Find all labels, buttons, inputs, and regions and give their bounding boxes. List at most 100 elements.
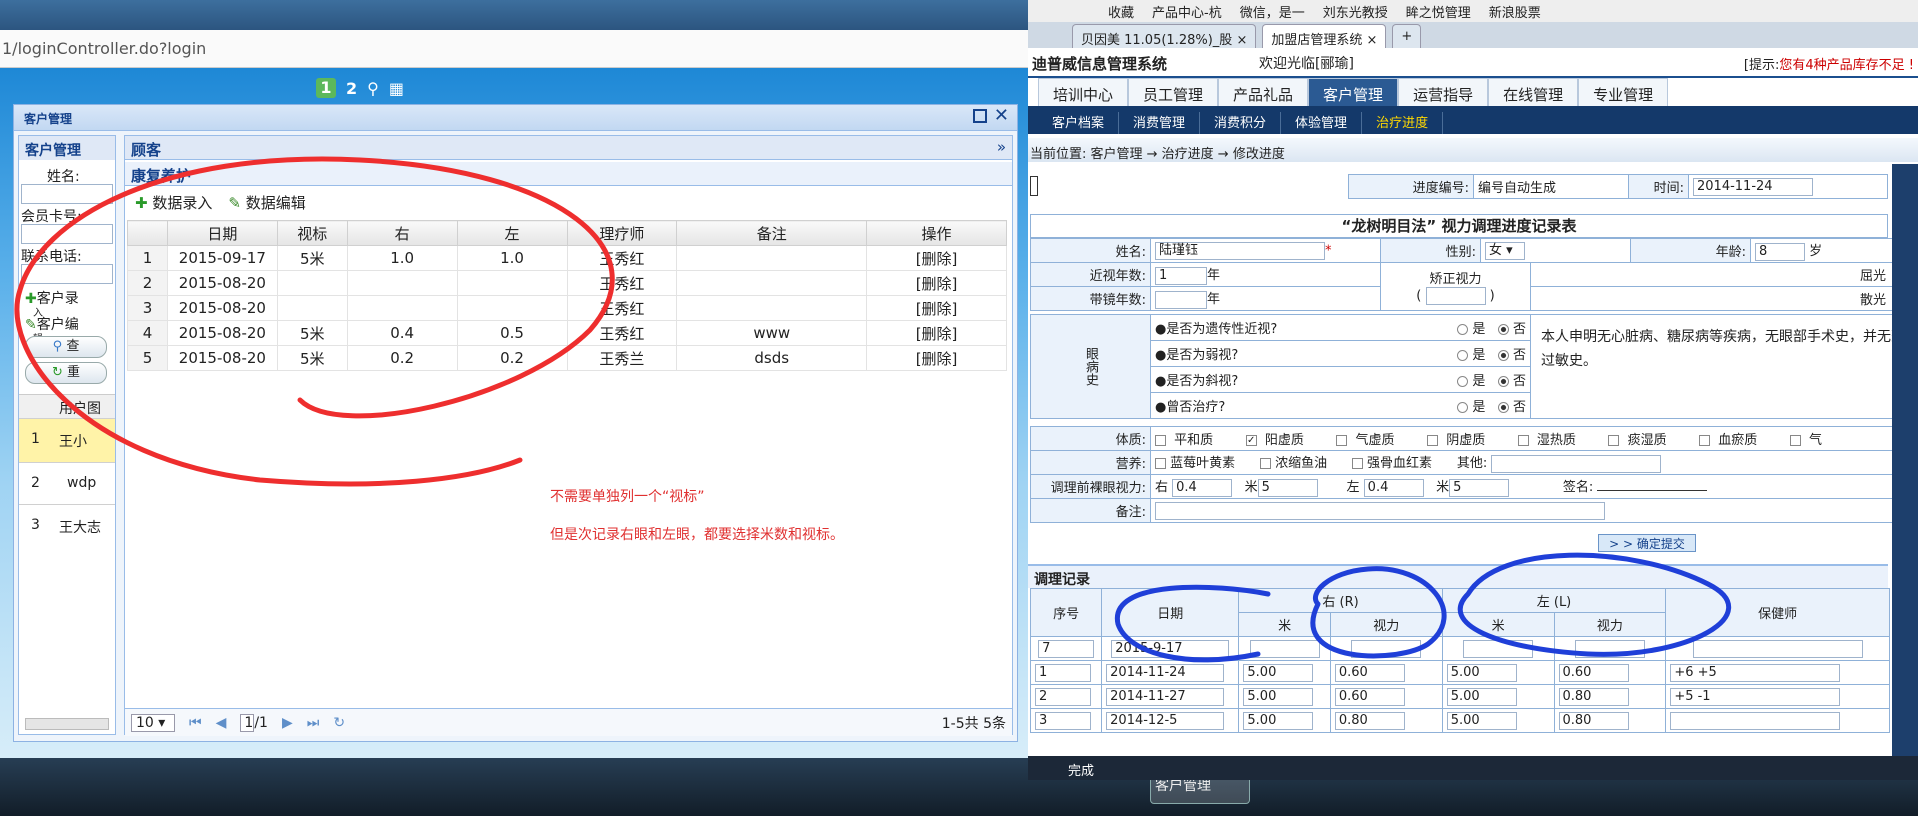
glasses-label: 带镜年数: — [1030, 286, 1151, 311]
subnav-item[interactable]: 消费管理 — [1119, 112, 1201, 134]
question: ●是否为遗传性近视? — [1155, 322, 1278, 337]
browser-tab-active[interactable]: 加盟店管理系统 × — [1262, 24, 1387, 48]
nav-item[interactable]: 运营指导 — [1398, 78, 1489, 106]
list-item[interactable]: 3 王大志 — [19, 504, 115, 546]
next-page-icon[interactable]: ▶ — [282, 715, 293, 731]
corrected-label: 矫正视力 — [1429, 272, 1482, 287]
close-icon[interactable]: ✕ — [994, 105, 1009, 126]
delete-link[interactable]: [删除] — [866, 345, 1007, 371]
constitution-checkbox-checked[interactable]: ✓ — [1245, 435, 1257, 446]
vertical-scrollbar[interactable] — [1892, 164, 1918, 756]
nav-item[interactable]: 员工管理 — [1128, 78, 1219, 106]
grid-icon[interactable]: ▦ — [389, 79, 404, 98]
table-row[interactable]: 2 2014-11-27 5.00 0.60 5.00 0.80 +5 -1 — [1029, 684, 1890, 709]
other-input[interactable] — [1491, 454, 1662, 473]
radio-no[interactable] — [1497, 402, 1509, 413]
refresh-icon[interactable]: ↻ — [333, 715, 345, 731]
table-row[interactable]: 3 2014-12-5 5.00 0.80 5.00 0.80 — [1029, 708, 1890, 733]
nav-item[interactable]: 培训中心 — [1038, 78, 1129, 106]
constitution-checkbox[interactable] — [1155, 435, 1166, 446]
window-title: 客户管理 — [14, 105, 1017, 131]
delete-link[interactable]: [删除] — [866, 245, 1007, 271]
browser-tab[interactable]: 贝因美 11.05(1.28%)_股 × — [1072, 24, 1257, 48]
memo-input[interactable] — [1155, 501, 1605, 520]
pre-left-meter-input[interactable]: 5 — [1449, 478, 1510, 497]
favorite-link[interactable]: 微信，是一 — [1240, 2, 1305, 22]
refraction-sphere-label: 屈光（球镜 — [1530, 262, 1918, 287]
small-checkbox[interactable] — [1030, 176, 1038, 196]
radio-no[interactable] — [1497, 324, 1509, 335]
close-icon[interactable]: × — [1367, 33, 1378, 48]
corrected-input[interactable] — [1425, 287, 1486, 305]
maximize-icon[interactable] — [973, 109, 987, 123]
gender-select[interactable]: 女 ▾ — [1485, 241, 1525, 260]
delete-link[interactable]: [删除] — [866, 295, 1007, 321]
address-bar[interactable]: 1/loginController.do?login — [0, 30, 1028, 68]
red-annotation-ellipse — [14, 156, 615, 487]
subnav-item-active[interactable]: 治疗进度 — [1362, 112, 1444, 134]
favorite-link[interactable]: 新浪股票 — [1489, 2, 1541, 22]
search-icon[interactable]: ⚲ — [367, 79, 379, 98]
nav-item[interactable]: 专业管理 — [1578, 78, 1669, 106]
nutrition-checkbox[interactable] — [1351, 458, 1363, 470]
system-header: 迪普威信息管理系统 欢迎光临[郦瑜] [提示:您有4种产品库存不足 ! — [1028, 50, 1918, 78]
eye-history-label: 眼病史 — [1030, 314, 1151, 419]
horizontal-scrollbar[interactable] — [25, 718, 109, 730]
radio-yes[interactable] — [1457, 324, 1469, 335]
health-statement: 本人申明无心脏病、糖尿病等疾病，无眼部手术史，并无药物过敏史。 — [1530, 314, 1918, 419]
favorite-link[interactable]: 产品中心-杭 — [1152, 2, 1222, 22]
radio-yes[interactable] — [1457, 350, 1469, 361]
page-input[interactable]: 1 — [240, 713, 255, 732]
form-title: “龙树明目法” 视力调理进度记录表 — [1030, 214, 1888, 238]
nav-item[interactable]: 在线管理 — [1488, 78, 1579, 106]
last-page-icon[interactable]: ⏭ — [307, 715, 320, 731]
page-size-select[interactable]: 10 ▾ — [131, 713, 175, 732]
constitution-checkbox[interactable] — [1427, 435, 1439, 446]
question: ●曾否治疗? — [1155, 400, 1226, 415]
subnav-item[interactable]: 客户档案 — [1038, 112, 1120, 134]
favorite-link[interactable]: 眸之悦管理 — [1406, 2, 1471, 22]
constitution-checkbox[interactable] — [1517, 435, 1529, 446]
time-input[interactable]: 2014-11-24 — [1693, 177, 1813, 196]
time-label: 时间: — [1628, 174, 1689, 199]
stock-tip[interactable]: [提示:您有4种产品库存不足 ! — [1744, 54, 1914, 73]
nutrition-checkbox[interactable] — [1155, 458, 1166, 470]
nav-item-active[interactable]: 客户管理 — [1308, 78, 1399, 106]
radio-yes[interactable] — [1457, 376, 1469, 387]
delete-link[interactable]: [删除] — [866, 320, 1007, 346]
signature-line[interactable] — [1597, 490, 1708, 492]
age-input[interactable]: 8 — [1755, 242, 1805, 261]
close-icon[interactable]: × — [1236, 33, 1247, 48]
page-two-icon[interactable]: 2 — [346, 79, 357, 98]
vision-info-table: 近视年数: 1年 矫正视力( ) 屈光（球镜 带镜年数: 年 散光（柱镜 — [1030, 262, 1918, 311]
browser-window: 收藏 产品中心-杭 微信，是一 刘东光教授 眸之悦管理 新浪股票 ⌂ 贝因美 1… — [1028, 0, 1918, 780]
page-one-icon[interactable]: 1 — [316, 78, 336, 98]
myopia-input[interactable]: 1 — [1155, 266, 1207, 285]
radio-no[interactable] — [1497, 350, 1509, 361]
constitution-checkbox[interactable] — [1608, 435, 1620, 446]
radio-yes[interactable] — [1457, 402, 1469, 413]
nav-item[interactable]: 产品礼品 — [1218, 78, 1309, 106]
pre-right-vision-input[interactable]: 0.4 — [1172, 478, 1233, 497]
constitution-checkbox[interactable] — [1789, 435, 1801, 446]
collapse-icon[interactable]: » — [997, 138, 1006, 156]
subnav-item[interactable]: 体验管理 — [1281, 112, 1363, 134]
pre-left-vision-input[interactable]: 0.4 — [1363, 478, 1424, 497]
name-input[interactable]: 陆瑾钰 — [1155, 241, 1325, 260]
constitution-checkbox[interactable] — [1699, 435, 1711, 446]
subnav-item[interactable]: 消费积分 — [1200, 112, 1282, 134]
delete-link[interactable]: [删除] — [866, 270, 1007, 296]
prev-page-icon[interactable]: ◀ — [216, 715, 227, 731]
constitution-checkbox[interactable] — [1336, 435, 1348, 446]
pre-right-meter-input[interactable]: 5 — [1257, 478, 1318, 497]
age-label: 年龄: — [1630, 238, 1751, 263]
glasses-input[interactable] — [1155, 290, 1207, 309]
favorite-link[interactable]: 收藏 — [1108, 2, 1134, 22]
first-page-icon[interactable]: ⏮ — [189, 715, 202, 731]
question: ●是否为弱视? — [1155, 348, 1239, 363]
favorite-link[interactable]: 刘东光教授 — [1323, 2, 1388, 22]
nutrition-checkbox[interactable] — [1259, 458, 1271, 470]
radio-no[interactable] — [1497, 376, 1509, 387]
new-tab-button[interactable]: + — [1392, 24, 1422, 48]
column-header[interactable]: 操作 — [866, 220, 1007, 246]
